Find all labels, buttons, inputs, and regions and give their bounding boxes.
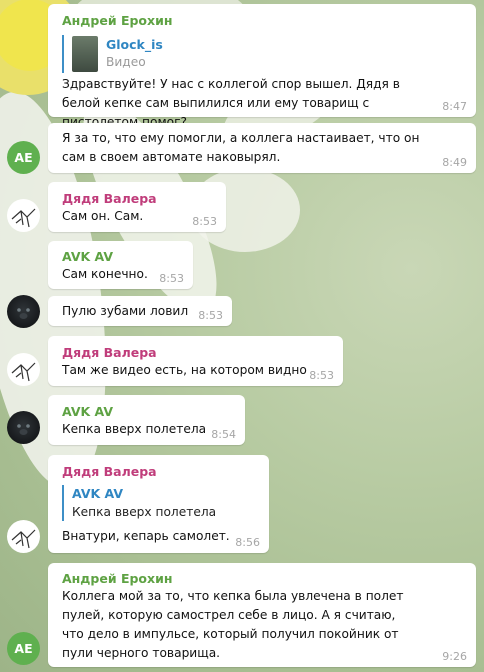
message-text: Внатури, кепарь самолет.	[62, 529, 230, 543]
avatar[interactable]: AE	[7, 632, 40, 665]
message-time: 8:53	[309, 369, 334, 382]
reply-quote[interactable]: AVK AV Кепка вверх полетела	[62, 485, 262, 521]
sender-name[interactable]: AVK AV	[62, 249, 113, 265]
animal-face-icon	[17, 308, 30, 319]
avatar[interactable]	[7, 295, 40, 328]
message-text: Там же видео есть, на котором видно	[62, 363, 307, 377]
message-bubble[interactable]: Андрей Ерохин Коллега мой за то, что кеп…	[48, 563, 476, 667]
forwarded-video-preview[interactable]: Glock_is Видео	[62, 35, 272, 73]
sender-name[interactable]: Дядя Валера	[62, 191, 157, 207]
message-text: Коллега мой за то, что кепка была увлече…	[62, 589, 404, 660]
sender-name[interactable]: AVK AV	[62, 404, 113, 420]
message-bubble[interactable]: Я за то, что ему помогли, а коллега наст…	[48, 123, 476, 173]
sketch-figure-icon	[11, 529, 36, 549]
sender-name[interactable]: Дядя Валера	[62, 464, 157, 480]
message-time: 8:49	[442, 156, 467, 169]
reply-title: AVK AV	[72, 486, 124, 501]
reply-title: Glock_is	[106, 37, 163, 52]
avatar[interactable]: AE	[7, 141, 40, 174]
animal-face-icon	[17, 424, 30, 435]
message-time: 8:54	[211, 428, 236, 441]
message-time: 8:56	[235, 536, 260, 549]
message-bubble[interactable]: AVK AV Сам конечно. 8:53	[48, 241, 193, 289]
avatar[interactable]	[7, 520, 40, 553]
sketch-figure-icon	[11, 362, 36, 382]
sender-name[interactable]: Андрей Ерохин	[62, 571, 172, 587]
message-time: 8:53	[159, 272, 184, 285]
message-time: 8:53	[192, 215, 217, 228]
video-thumbnail[interactable]	[72, 36, 98, 72]
reply-subtitle: Видео	[106, 55, 146, 69]
message-text: Я за то, что ему помогли, а коллега наст…	[62, 131, 420, 164]
avatar[interactable]	[7, 199, 40, 232]
reply-subtitle: Кепка вверх полетела	[72, 505, 217, 519]
message-time: 8:53	[198, 309, 223, 322]
message-text: Кепка вверх полетела	[62, 422, 207, 436]
sender-name[interactable]: Дядя Валера	[62, 345, 157, 361]
message-bubble[interactable]: Дядя Валера AVK AV Кепка вверх полетела …	[48, 455, 269, 553]
message-time: 9:26	[442, 650, 467, 663]
message-bubble[interactable]: Андрей Ерохин Glock_is Видео Здравствуйт…	[48, 4, 476, 129]
sketch-figure-icon	[11, 208, 36, 228]
message-bubble[interactable]: Дядя Валера Там же видео есть, на которо…	[48, 336, 343, 386]
avatar[interactable]	[7, 411, 40, 444]
sender-name[interactable]: Андрей Ерохин	[62, 13, 172, 29]
message-text: Пулю зубами ловил	[62, 304, 189, 318]
message-text: Сам он. Сам.	[62, 209, 144, 223]
message-bubble[interactable]: Дядя Валера Сам он. Сам. 8:53	[48, 182, 226, 232]
message-text: Сам конечно.	[62, 267, 148, 281]
message-time: 8:47	[442, 100, 467, 113]
avatar[interactable]	[7, 353, 40, 386]
message-bubble[interactable]: Пулю зубами ловил 8:53	[48, 296, 232, 326]
message-bubble[interactable]: AVK AV Кепка вверх полетела 8:54	[48, 395, 245, 445]
